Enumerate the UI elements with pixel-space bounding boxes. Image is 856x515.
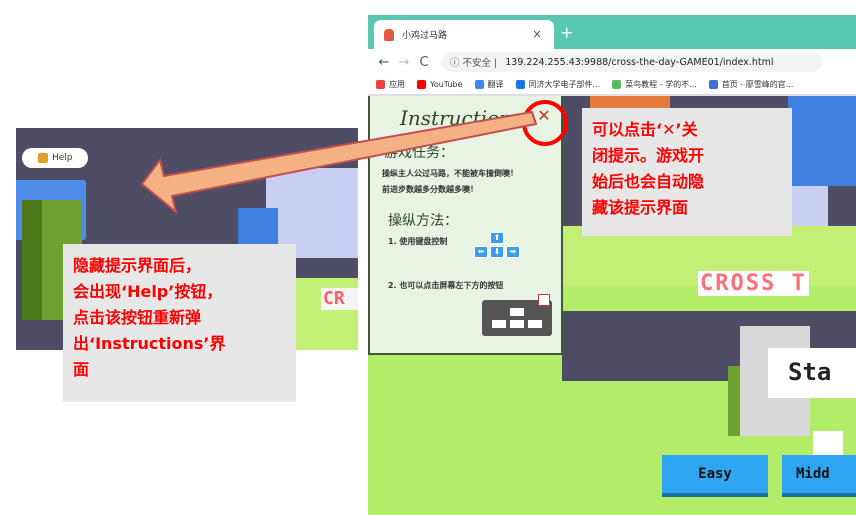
bookmark-tongji[interactable]: 同济大学电子部件... — [515, 79, 600, 90]
easy-button[interactable]: Easy — [662, 455, 768, 497]
bookmark-liaoxuefeng[interactable]: 首页 - 廖雪峰的官... — [708, 79, 793, 90]
arrow-left-icon: ⬅ — [474, 246, 488, 258]
tab-game[interactable]: 小鸡过马路 × — [374, 20, 554, 49]
bookmarks-bar: 应用 YouTube 翻译 同济大学电子部件... 菜鸟教程 - 学的不... … — [368, 75, 856, 95]
game-title-fragment: CR — [321, 288, 358, 310]
help-button-label: Help — [52, 153, 73, 163]
url-text: 139.224.255.43:9988/cross-the-day-GAME01… — [505, 56, 774, 68]
close-x-icon: ✕ — [662, 120, 676, 139]
help-button[interactable]: Help — [22, 148, 88, 168]
control-heading: 操纵方法： — [388, 213, 458, 229]
game-title: CROSS T — [698, 271, 809, 296]
onscreen-key — [510, 320, 524, 328]
youtube-icon — [417, 80, 426, 89]
left-callout-line: 面 — [73, 360, 90, 379]
onscreen-key — [528, 320, 542, 328]
browser-window: 小鸡过马路 × + ← → C ⓘ 不安全 | 139.224.255.43:9… — [368, 15, 856, 515]
control-step-1: 1. 使用键盘控制 — [388, 237, 448, 246]
tongji-icon — [515, 80, 525, 89]
runoob-icon — [612, 80, 622, 89]
left-callout-line: 会出现‘Help’按钮， — [73, 282, 223, 301]
insecure-indicator[interactable]: ⓘ 不安全 | — [450, 55, 497, 69]
task-text-line: 操纵主人公过马路，不能被车撞倒噢！ — [382, 169, 518, 178]
bookmark-translate[interactable]: 翻译 — [474, 79, 504, 90]
help-icon — [38, 153, 48, 163]
task-text: 操纵主人公过马路，不能被车撞倒噢！ 前进步数越多分数越多噢！ — [382, 166, 562, 198]
arrow-up-icon: ⬆ — [490, 232, 504, 244]
control-step-2: 2. 也可以点击屏幕左下方的按钮 — [388, 281, 504, 290]
url-field[interactable]: ⓘ 不安全 | 139.224.255.43:9988/cross-the-da… — [442, 52, 822, 72]
left-callout-line: 隐藏提示界面后， — [73, 256, 202, 275]
arrow-down-icon: ⬇ — [490, 246, 504, 258]
bookmark-apps[interactable]: 应用 — [376, 79, 405, 90]
reload-icon[interactable]: C — [414, 55, 434, 70]
task-text-line: 前进步数越多分数越多噢！ — [382, 185, 478, 194]
blue-truck — [788, 96, 856, 186]
left-callout: 隐藏提示界面后， 会出现‘Help’按钮， 点击该按钮重新弹 出‘Instruc… — [63, 244, 296, 402]
composite-screenshot: CR Help 隐藏提示界面后， 会出现‘Help’按钮， 点击该按钮重新弹 出… — [0, 0, 856, 515]
tab-title: 小鸡过马路 — [402, 31, 448, 41]
right-callout: 可以点击‘✕’关 闭提示。游戏开 始后也会自动隐 藏该提示界面 — [582, 108, 792, 236]
left-callout-line: 出‘Instructions’界 — [73, 334, 226, 353]
onscreen-key — [510, 308, 524, 316]
right-callout-line: 始后也会自动隐 — [592, 172, 705, 191]
instructions-title: Instructions — [400, 106, 523, 130]
left-callout-line: 点击该按钮重新弹 — [73, 308, 202, 327]
start-button[interactable]: Sta — [768, 348, 856, 398]
task-heading: 游戏任务： — [384, 145, 454, 161]
arrow-right-icon: ➡ — [506, 246, 520, 258]
right-callout-line: 可以点击‘✕’关 — [592, 120, 698, 139]
onscreen-key — [492, 320, 506, 328]
tab-close-icon[interactable]: × — [532, 27, 542, 41]
right-callout-line: 闭提示。游戏开 — [592, 146, 705, 165]
apps-grid-icon — [376, 80, 385, 89]
bookmark-youtube[interactable]: YouTube — [417, 80, 463, 89]
address-bar: ← → C ⓘ 不安全 | 139.224.255.43:9988/cross-… — [368, 49, 856, 75]
chick-icon — [538, 294, 550, 306]
right-callout-line: 藏该提示界面 — [592, 198, 689, 217]
tree-shadow — [22, 200, 42, 320]
middle-button[interactable]: Midd — [782, 455, 856, 497]
highlight-circle — [522, 100, 568, 146]
tab-bar: 小鸡过马路 × + — [368, 15, 856, 49]
translate-icon — [474, 80, 484, 89]
new-tab-button[interactable]: + — [560, 23, 573, 42]
bookmark-runoob[interactable]: 菜鸟教程 - 学的不... — [612, 79, 697, 90]
forward-icon[interactable]: → — [394, 55, 414, 70]
back-icon[interactable]: ← — [374, 55, 394, 70]
chick-favicon-icon — [384, 28, 394, 41]
rocket-icon — [708, 80, 718, 89]
keyboard-diagram: ⬆ ⬅ ⬇ ➡ — [470, 232, 524, 268]
